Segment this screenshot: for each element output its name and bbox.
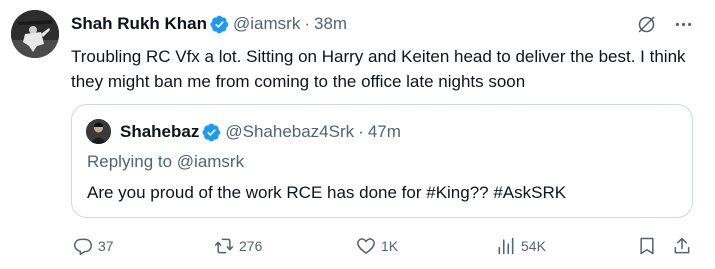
retweet-count: 276 (239, 238, 263, 254)
tweet-text: Troubling RC Vfx a lot. Sitting on Harry… (71, 47, 686, 91)
retweet-icon (214, 238, 234, 254)
author-name[interactable]: Shah Rukh Khan (71, 14, 207, 34)
reply-count: 37 (98, 238, 114, 254)
share-icon (674, 237, 690, 254)
like-button[interactable]: 1K (356, 232, 398, 260)
reply-icon (74, 238, 92, 256)
replying-to-label: Replying to (87, 152, 177, 171)
quote-author-avatar[interactable] (86, 119, 111, 144)
more-icon[interactable] (673, 14, 694, 35)
heart-icon (357, 238, 375, 254)
like-count: 1K (381, 238, 399, 254)
bookmark-button[interactable] (637, 232, 657, 260)
views-icon (498, 237, 514, 255)
quote-avatar-photo (86, 119, 111, 144)
quote-text: Are you proud of the work RCE has done f… (87, 183, 567, 202)
author-avatar[interactable] (11, 10, 59, 58)
share-button[interactable] (672, 232, 692, 260)
quote-header: Shahebaz @Shahebaz4Srk · 47m (120, 121, 401, 143)
quoted-tweet[interactable]: Shahebaz @Shahebaz4Srk · 47m Replying to… (71, 104, 693, 218)
tweet-timestamp[interactable]: 38m (314, 14, 347, 34)
views-count: 54K (521, 238, 546, 254)
separator-dot: · (358, 122, 364, 141)
grok-icon[interactable] (636, 14, 657, 35)
quote-author-handle[interactable]: @Shahebaz4Srk (225, 122, 354, 142)
action-bar: 37 276 1K 54K (0, 232, 715, 260)
replying-to-handle[interactable]: @iamsrk (177, 152, 244, 171)
author-handle[interactable]: @iamsrk (233, 14, 300, 34)
reply-button[interactable]: 37 (73, 232, 114, 260)
retweet-button[interactable]: 276 (214, 232, 262, 260)
tweet-header: Shah Rukh Khan @iamsrk · 38m (71, 13, 347, 35)
views-button[interactable]: 54K (496, 232, 546, 260)
replying-to-line: Replying to @iamsrk (87, 152, 244, 172)
bookmark-icon (640, 237, 654, 255)
verified-badge-icon (202, 123, 221, 141)
quote-author-name[interactable]: Shahebaz (120, 122, 199, 142)
avatar-photo (11, 10, 59, 58)
quote-timestamp[interactable]: 47m (368, 122, 401, 142)
verified-badge-icon (210, 15, 229, 33)
separator-dot: · (304, 14, 310, 33)
